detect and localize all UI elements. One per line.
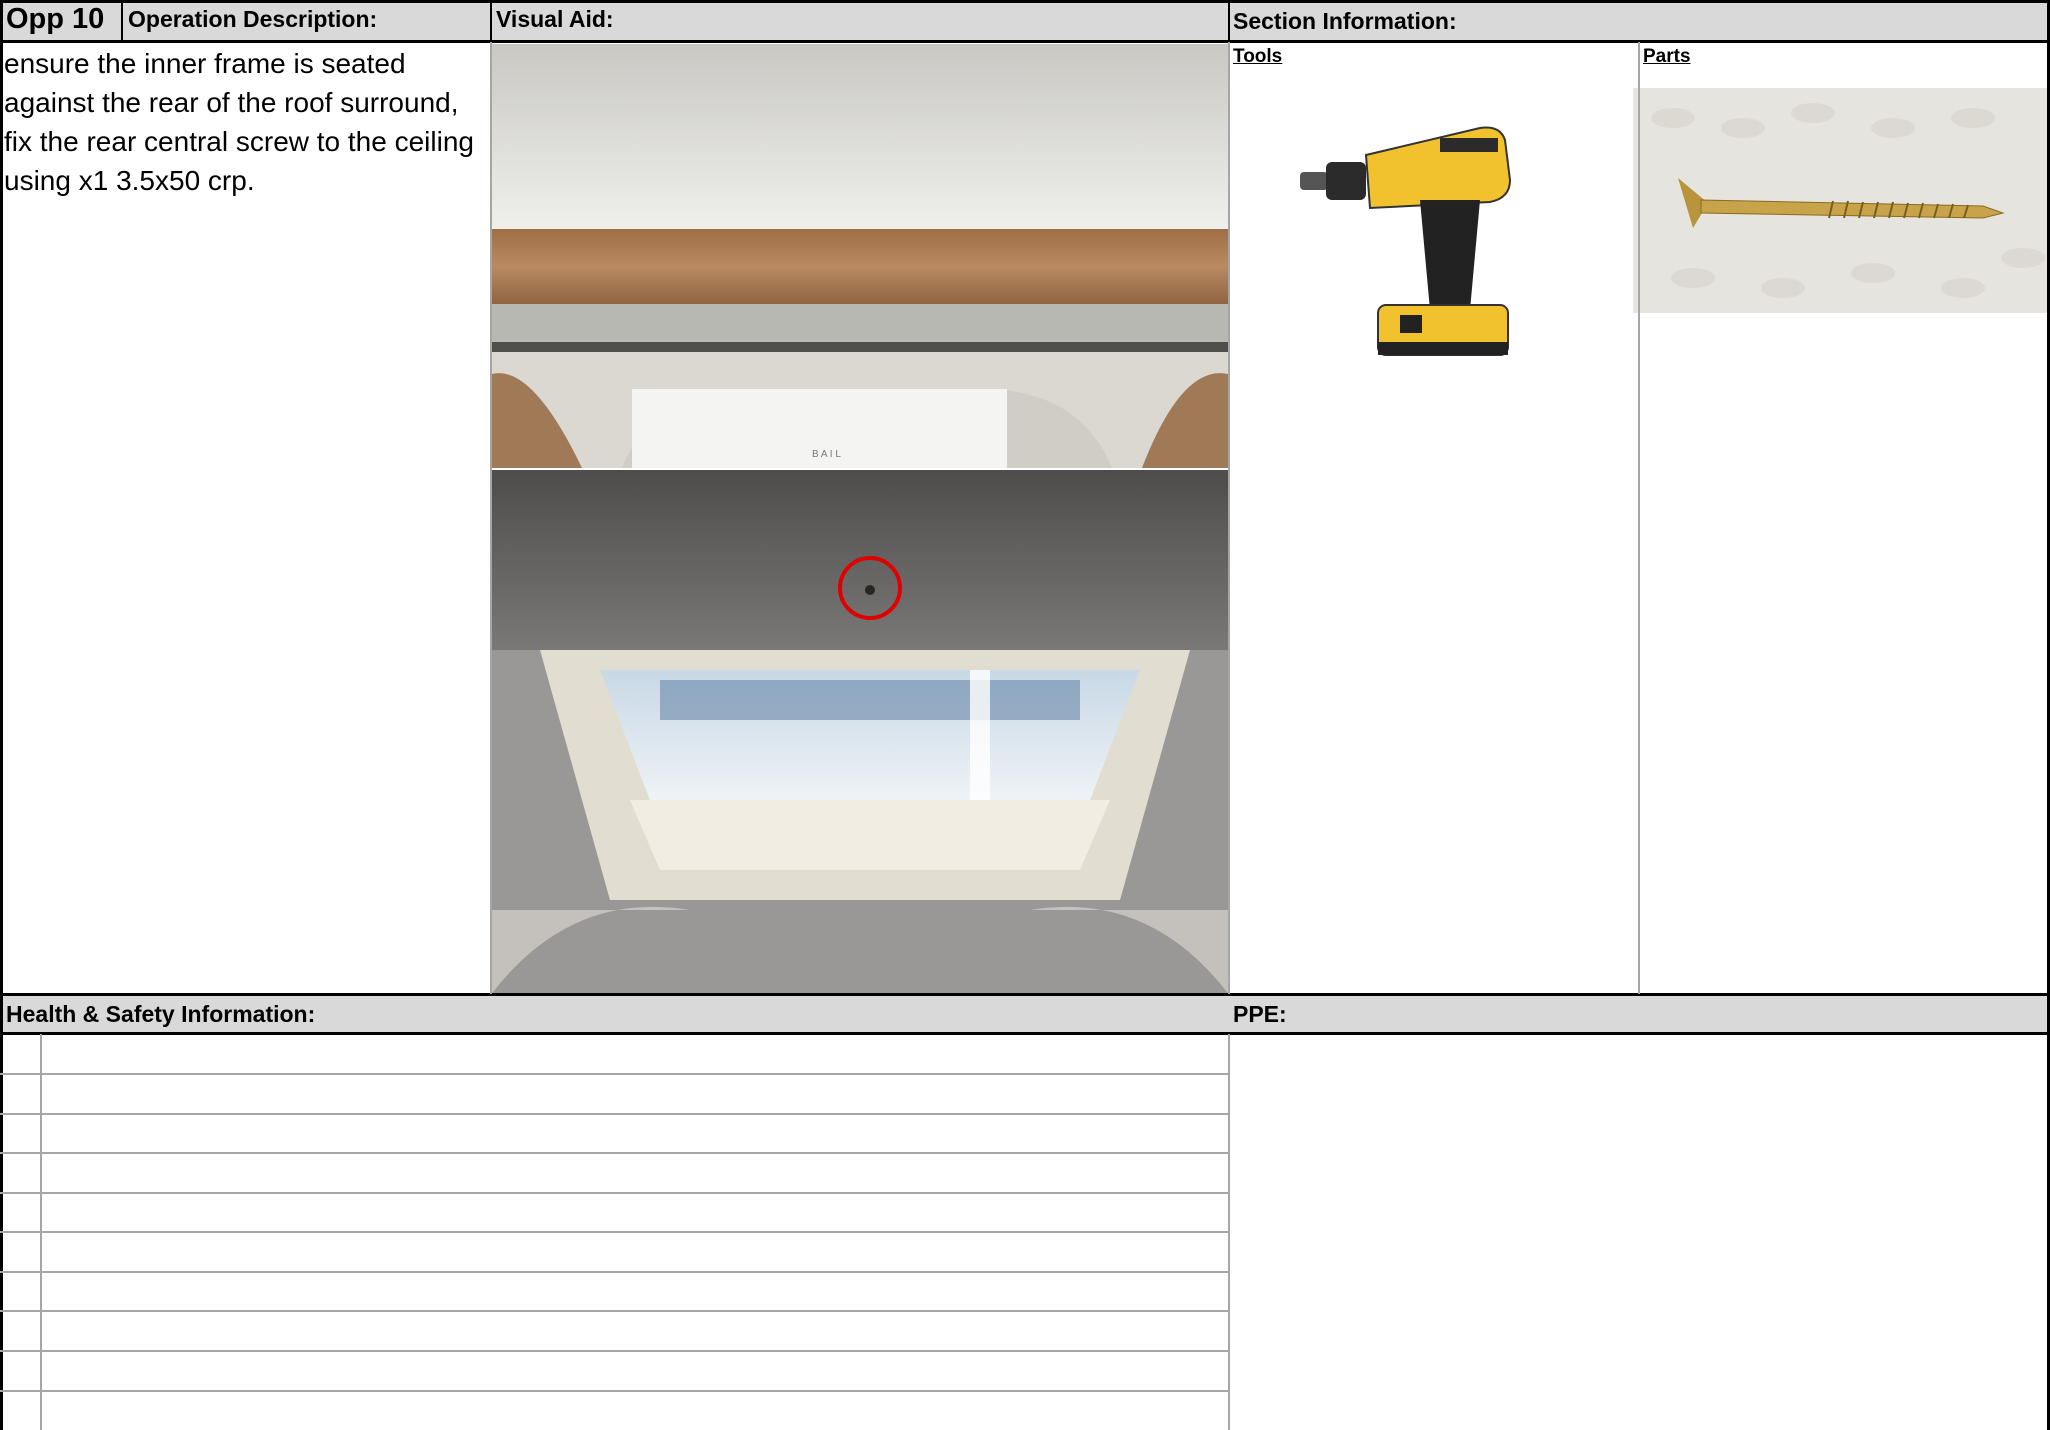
health-safety-label: Health & Safety Information: (6, 1001, 316, 1027)
section-information-label: Section Information: (1233, 8, 1457, 34)
ppe-label: PPE: (1233, 1001, 1287, 1027)
parts-label: Parts (1643, 46, 1691, 67)
photo-lettering: B A I L (812, 449, 841, 460)
visual-aid-photo-bottom (490, 470, 1230, 996)
cordless-drill-icon (1300, 120, 1550, 370)
visual-aid-label: Visual Aid: (496, 6, 614, 32)
screw-icon (1633, 88, 2049, 313)
visual-aid-photo-top: B A I L (492, 44, 1228, 468)
tools-label: Tools (1233, 46, 1283, 67)
operation-description-text: ensure the inner frame is seated against… (4, 48, 474, 196)
opp-number: Opp 10 (6, 3, 105, 35)
operation-description-label: Operation Description: (128, 6, 378, 32)
